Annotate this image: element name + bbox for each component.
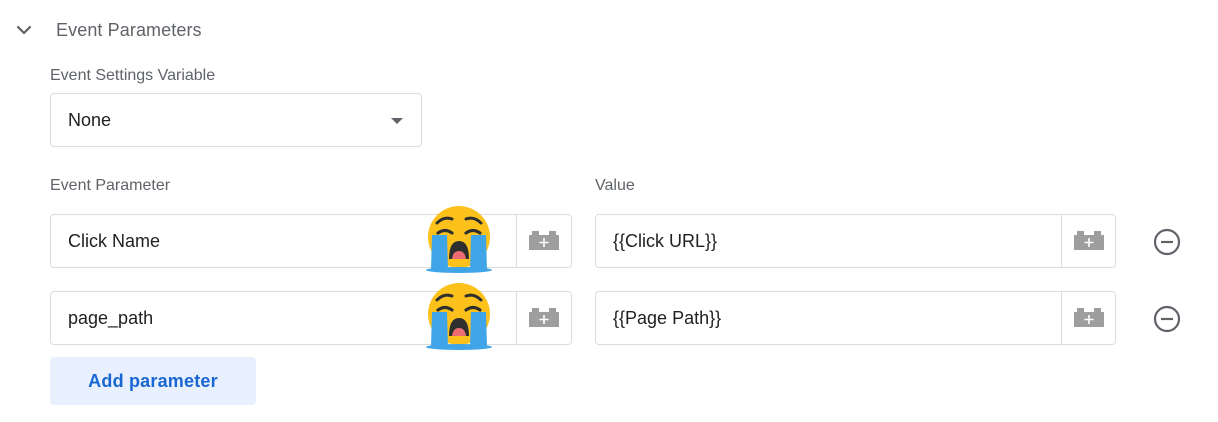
variable-brick-icon[interactable] — [528, 307, 560, 329]
add-parameter-button[interactable]: Add parameter — [50, 357, 256, 405]
event-parameter-column-label: Event Parameter — [50, 177, 171, 194]
value-column-label: Value — [595, 177, 635, 194]
variable-brick-icon[interactable] — [528, 230, 560, 252]
field-divider — [516, 292, 517, 344]
field-divider — [1061, 292, 1062, 344]
dropdown-arrow-icon — [391, 118, 403, 124]
variable-brick-icon[interactable] — [1073, 307, 1105, 329]
crying-face-emoji-icon — [426, 283, 492, 350]
chevron-down-icon[interactable] — [14, 20, 34, 40]
parameter-name-text: page_path — [68, 308, 154, 328]
event-parameters-panel: Event Parameters Event Settings Variable… — [0, 0, 1218, 422]
crying-face-emoji-icon — [426, 206, 492, 273]
parameter-value-text: {{Page Path}} — [613, 308, 722, 328]
variable-brick-icon[interactable] — [1073, 230, 1105, 252]
remove-circle-icon[interactable] — [1153, 228, 1181, 256]
field-divider — [1061, 215, 1062, 267]
remove-circle-icon[interactable] — [1153, 305, 1181, 333]
parameter-value-field[interactable]: {{Page Path}} — [595, 291, 1116, 345]
parameter-name-text: Click Name — [68, 231, 161, 251]
field-divider — [516, 215, 517, 267]
section-title[interactable]: Event Parameters — [56, 20, 202, 41]
select-value: None — [68, 110, 112, 130]
parameter-value-text: {{Click URL}} — [613, 231, 718, 251]
parameter-value-field[interactable]: {{Click URL}} — [595, 214, 1116, 268]
event-settings-variable-label: Event Settings Variable — [50, 67, 216, 84]
event-settings-variable-select[interactable]: None — [50, 93, 422, 147]
